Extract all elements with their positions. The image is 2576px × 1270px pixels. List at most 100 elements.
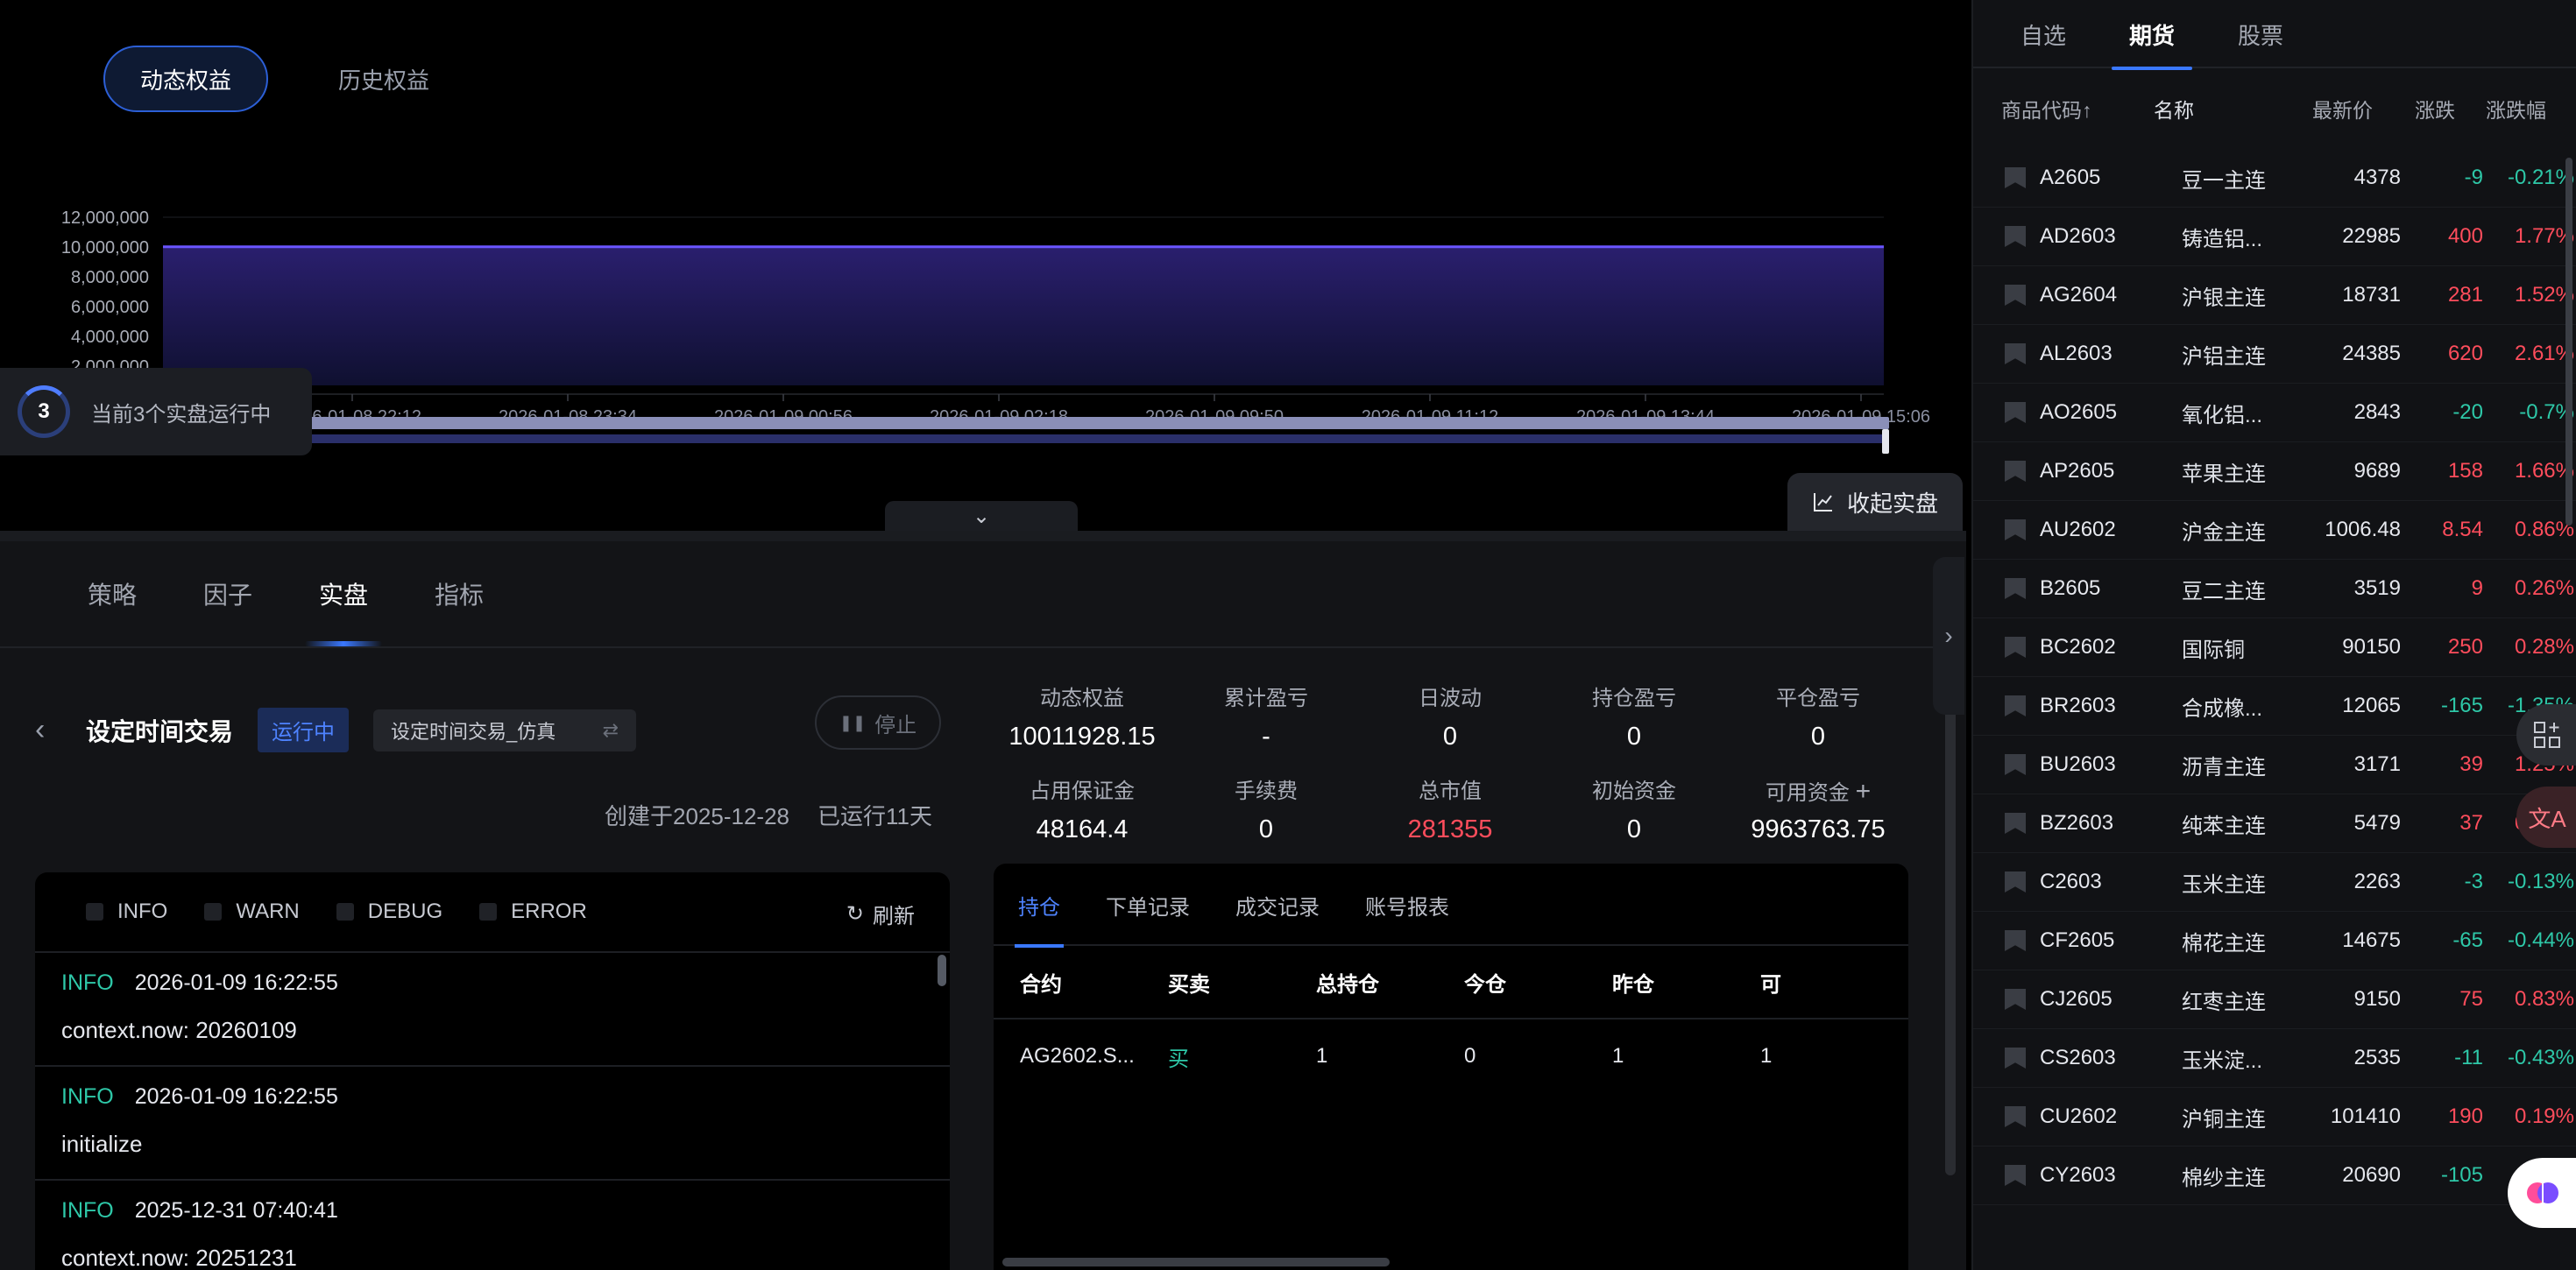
tab-strategy[interactable]: 策略	[54, 541, 170, 646]
collapse-live-button[interactable]: 收起实盘	[1787, 473, 1963, 531]
y-tick-label: 12,000,000	[61, 208, 149, 228]
checkbox-icon[interactable]	[86, 903, 103, 921]
tab-positions[interactable]: 持仓	[1015, 864, 1064, 948]
list-item[interactable]: BU2603沥青主连3171391.25%	[1973, 736, 2576, 794]
bookmark-icon[interactable]	[2005, 167, 2026, 188]
bookmark-icon[interactable]	[2005, 754, 2026, 775]
bookmark-icon[interactable]	[2005, 813, 2026, 834]
list-item[interactable]: AD2603 铸造铝... 22985 400 1.77%	[1973, 208, 2576, 266]
last-price: 22985	[2342, 224, 2401, 248]
list-item[interactable]: BR2603合成橡...12065-165-1.35%	[1973, 677, 2576, 736]
list-item[interactable]: AO2605 氧化铝... 2843 -20 -0.7%	[1973, 384, 2576, 442]
list-item[interactable]: A2605 豆一主连 4378 -9 -0.21%	[1973, 149, 2576, 208]
price-change: -20	[2452, 400, 2483, 424]
bookmark-icon[interactable]	[2005, 1165, 2026, 1186]
bookmark-icon[interactable]	[2005, 930, 2026, 951]
list-item[interactable]: CU2602 沪铜主连 101410 190 0.19%	[1973, 1088, 2576, 1147]
bookmark-icon[interactable]	[2005, 637, 2026, 658]
tab-factor[interactable]: 因子	[170, 541, 286, 646]
bookmark-icon[interactable]	[2005, 1106, 2026, 1127]
chart-collapse-button[interactable]: ⌄	[885, 501, 1078, 531]
price-change: 281	[2447, 283, 2483, 307]
contract-name: 玉米淀...	[2182, 1048, 2263, 1073]
contract-name: 纯苯主连	[2182, 814, 2266, 838]
tab-indicator[interactable]: 指标	[401, 541, 517, 646]
list-item[interactable]: CY2603棉纱主连20690-105-0.5%	[1973, 1147, 2576, 1205]
tab-stocks[interactable]: 股票	[2238, 0, 2283, 68]
swap-icon: ⇄	[602, 718, 619, 741]
add-funds-icon[interactable]: +	[1856, 777, 1872, 806]
bookmark-icon[interactable]	[2005, 285, 2026, 306]
main-tabs: 策略 因子 实盘 指标	[54, 541, 517, 646]
list-item[interactable]: CF2605 棉花主连 14675 -65 -0.44%	[1973, 912, 2576, 970]
tab-live[interactable]: 实盘	[286, 541, 401, 646]
table-row[interactable]: AG2602.S... 买 1 0 1 1	[994, 1020, 1908, 1093]
ai-assistant-button[interactable]	[2508, 1158, 2576, 1228]
col-code[interactable]: 商品代码↑	[1973, 94, 2154, 123]
translate-button[interactable]: 文A	[2516, 787, 2576, 848]
list-item[interactable]: C2603 玉米主连 2263 -3 -0.13%	[1973, 853, 2576, 912]
checkbox-icon[interactable]	[204, 903, 223, 921]
pause-icon: ❚❚	[839, 713, 867, 731]
sidebar-toggle[interactable]: ›	[1933, 557, 1964, 715]
range-slider[interactable]	[307, 417, 1889, 454]
bookmark-icon[interactable]	[2005, 343, 2026, 364]
bookmark-icon[interactable]	[2005, 461, 2026, 482]
contract-name: 棉花主连	[2182, 931, 2266, 956]
watchlist-scrollbar[interactable]	[2565, 158, 2572, 526]
mode-select[interactable]: 设定时间交易_仿真 ⇄	[373, 709, 637, 751]
filter-debug[interactable]: DEBUG	[336, 900, 442, 924]
list-item[interactable]: AL2603 沪铝主连 24385 620 2.61%	[1973, 325, 2576, 384]
list-item[interactable]: CS2603 玉米淀... 2535 -11 -0.43%	[1973, 1029, 2576, 1088]
list-item[interactable]: AG2604 沪银主连 18731 281 1.52%	[1973, 266, 2576, 325]
positions-hscrollbar[interactable]	[1002, 1258, 1390, 1266]
col-change[interactable]: 涨跌	[2373, 94, 2455, 123]
filter-info[interactable]: INFO	[86, 900, 167, 924]
tab-futures[interactable]: 期货	[2112, 0, 2193, 70]
last-price: 101410	[2330, 1104, 2401, 1128]
running-badge[interactable]: 3 当前3个实盘运行中	[0, 368, 312, 455]
y-tick-label: 4,000,000	[71, 328, 149, 347]
log-scrollbar[interactable]	[938, 955, 946, 986]
checkbox-icon[interactable]	[479, 903, 498, 921]
filter-warn[interactable]: WARN	[204, 900, 300, 924]
bottom-panel: 策略 因子 实盘 指标 ‹ 设定时间交易 运行中 设定时间交易_仿真 ⇄ ❚❚ …	[0, 541, 1966, 1270]
bookmark-icon[interactable]	[2005, 989, 2026, 1010]
tab-favorites[interactable]: 自选	[2020, 0, 2066, 68]
bookmark-icon[interactable]	[2005, 519, 2026, 540]
tab-account-report[interactable]: 账号报表	[1365, 864, 1449, 946]
list-item[interactable]: BC2602 国际铜 90150 250 0.28%	[1973, 618, 2576, 677]
bookmark-icon[interactable]	[2005, 402, 2026, 423]
checkbox-icon[interactable]	[336, 903, 354, 921]
range-handle-right[interactable]	[1882, 429, 1889, 454]
tab-order-records[interactable]: 下单记录	[1106, 864, 1190, 946]
price-change-pct: -0.21%	[2507, 166, 2574, 189]
account-stats: 动态权益 10011928.15 累计盈亏 - 日波动 0 持仓盈亏 0 平仓盈亏 0 占…	[990, 681, 1945, 867]
price-change-pct: -0.43%	[2507, 1046, 2574, 1069]
main-area: 动态权益 历史权益 12,000,000 10,000,000 8,000,000 6…	[0, 0, 1966, 1270]
bookmark-icon[interactable]	[2005, 695, 2026, 716]
created-date: 创建于2025-12-28	[605, 803, 789, 829]
contract-code: AU2602	[2040, 518, 2116, 541]
list-item[interactable]: BZ2603纯苯主连5479370.68%	[1973, 794, 2576, 853]
col-price[interactable]: 最新价	[2268, 94, 2373, 123]
list-item[interactable]: B2605 豆二主连 3519 9 0.26%	[1973, 560, 2576, 618]
tab-dynamic-equity[interactable]: 动态权益	[103, 46, 269, 112]
tab-trade-records[interactable]: 成交记录	[1235, 864, 1320, 946]
section-divider[interactable]	[0, 531, 1966, 541]
bookmark-icon[interactable]	[2005, 578, 2026, 599]
list-item[interactable]: AP2605 苹果主连 9689 158 1.66%	[1973, 442, 2576, 501]
list-item[interactable]: AU2602 沪金主连 1006.48 8.54 0.86%	[1973, 501, 2576, 560]
bookmark-icon[interactable]	[2005, 1048, 2026, 1069]
col-change-pct[interactable]: 涨跌幅	[2455, 94, 2546, 123]
apps-button[interactable]	[2516, 704, 2576, 766]
bookmark-icon[interactable]	[2005, 226, 2026, 247]
list-item[interactable]: CJ2605 红枣主连 9150 75 0.83%	[1973, 970, 2576, 1029]
back-icon[interactable]: ‹	[35, 713, 61, 747]
stop-button[interactable]: ❚❚ 停止	[815, 695, 941, 750]
chevron-down-icon: ⌄	[972, 504, 991, 528]
bookmark-icon[interactable]	[2005, 871, 2026, 893]
refresh-button[interactable]: ↻ 刷新	[846, 899, 915, 929]
filter-error[interactable]: ERROR	[479, 900, 587, 924]
tab-history-equity[interactable]: 历史权益	[303, 46, 464, 112]
